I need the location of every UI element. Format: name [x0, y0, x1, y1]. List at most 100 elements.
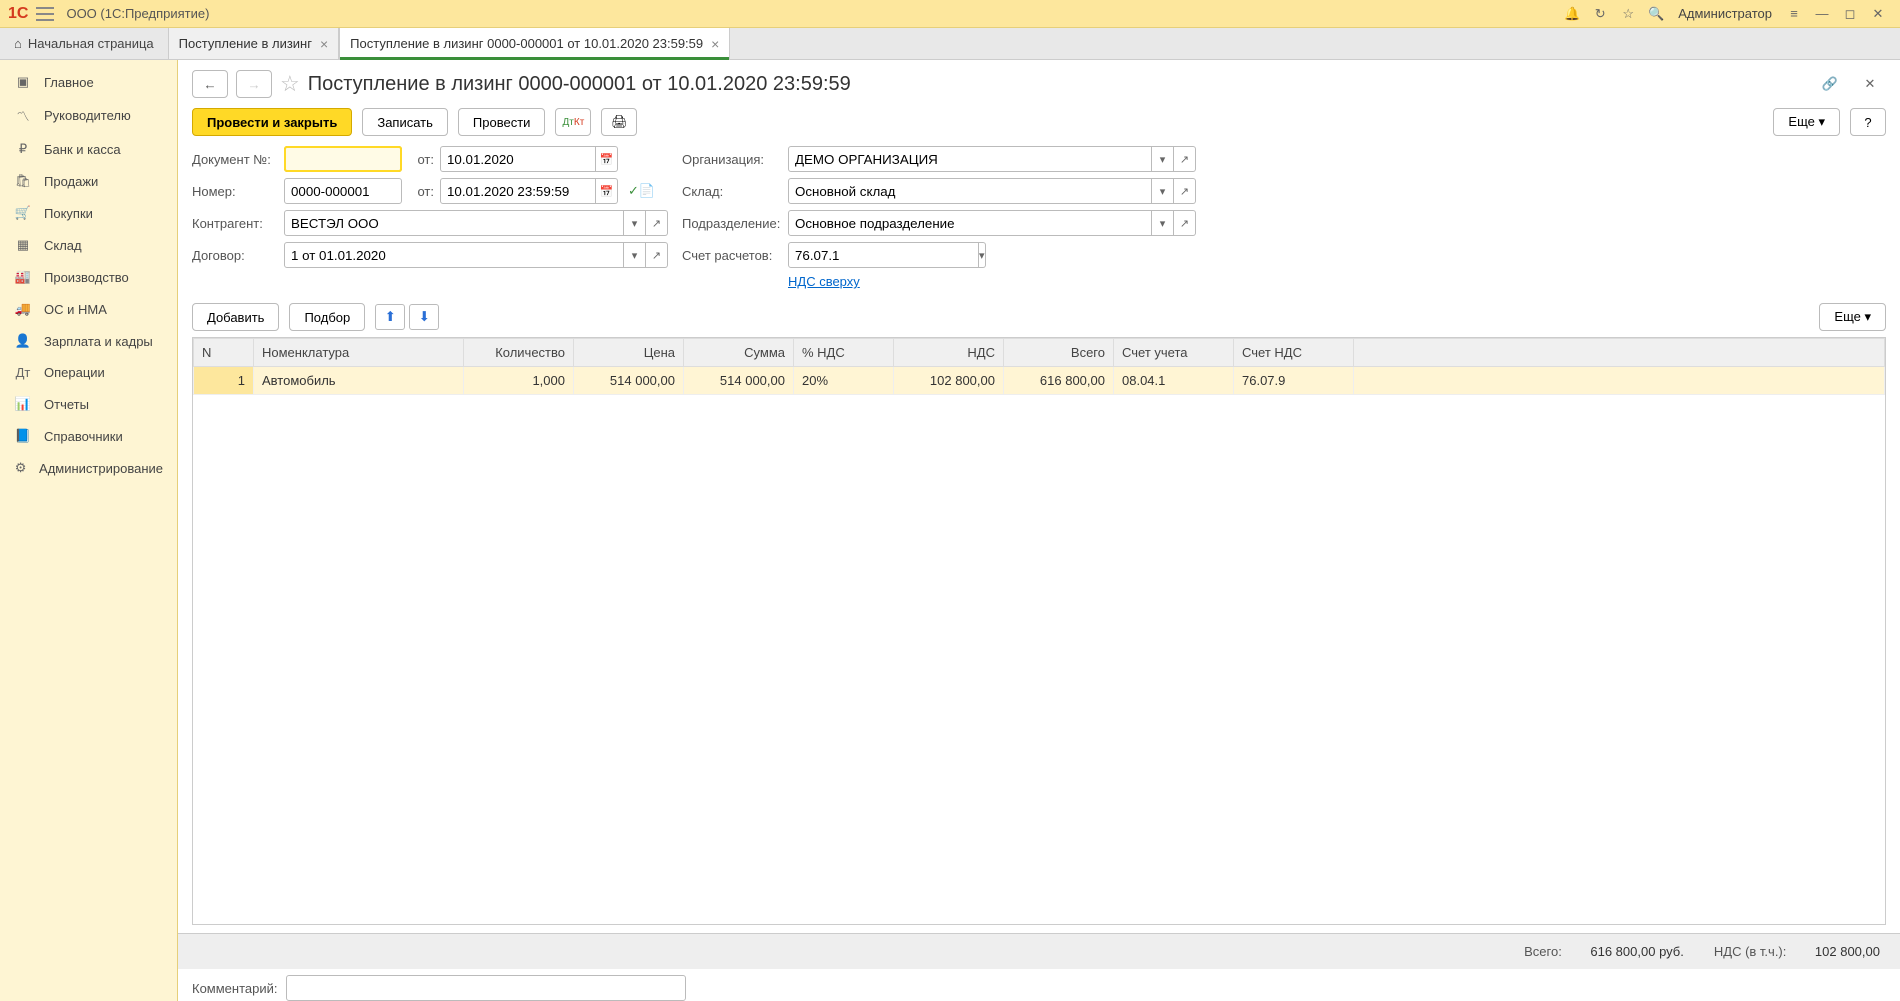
cell-qty[interactable]: 1,000	[464, 367, 574, 395]
sidebar-item-reports[interactable]: 📊Отчеты	[0, 388, 177, 420]
open-icon[interactable]: ↗	[1174, 210, 1196, 236]
table-more-button[interactable]: Еще ▾	[1819, 303, 1886, 331]
sidebar-item-main[interactable]: ▣Главное	[0, 66, 177, 98]
th-acc[interactable]: Счет учета	[1114, 339, 1234, 367]
dropdown-icon[interactable]: ▾	[979, 242, 986, 268]
cell-sum[interactable]: 514 000,00	[684, 367, 794, 395]
tab-home[interactable]: ⌂ Начальная страница	[0, 28, 168, 59]
cell-vatacc[interactable]: 76.07.9	[1234, 367, 1354, 395]
close-icon[interactable]: ×	[711, 36, 719, 52]
minimize-icon[interactable]: —	[1810, 2, 1834, 26]
history-icon[interactable]: ↻	[1588, 2, 1612, 26]
dropdown-icon[interactable]: ▾	[624, 242, 646, 268]
add-button[interactable]: Добавить	[192, 303, 279, 331]
open-icon[interactable]: ↗	[646, 242, 668, 268]
post-button[interactable]: Провести	[458, 108, 546, 136]
maximize-icon[interactable]: ◻	[1838, 2, 1862, 26]
dropdown-icon[interactable]: ▾	[624, 210, 646, 236]
sidebar-item-sales[interactable]: 🛍Продажи	[0, 165, 177, 197]
menu-icon[interactable]	[36, 7, 54, 21]
org-input[interactable]	[788, 146, 1152, 172]
post-close-button[interactable]: Провести и закрыть	[192, 108, 352, 136]
th-nomen[interactable]: Номенклатура	[254, 339, 464, 367]
number-input[interactable]	[284, 178, 402, 204]
cell-extra	[1354, 367, 1885, 395]
tab-doc[interactable]: Поступление в лизинг 0000-000001 от 10.0…	[339, 28, 730, 59]
form-right: Организация: ▾ ↗ Склад: ▾ ↗	[682, 146, 1900, 295]
sidebar-item-catalogs[interactable]: 📘Справочники	[0, 420, 177, 452]
close-app-icon[interactable]: ✕	[1866, 2, 1890, 26]
sidebar-item-operations[interactable]: ДтОперации	[0, 357, 177, 388]
sidebar-item-production[interactable]: 🏭Производство	[0, 261, 177, 293]
warehouse-input[interactable]	[788, 178, 1152, 204]
th-sum[interactable]: Сумма	[684, 339, 794, 367]
tab-list[interactable]: Поступление в лизинг ×	[168, 28, 340, 59]
dk-button[interactable]: ДтКт	[555, 108, 591, 136]
move-down-button[interactable]: ⬇	[409, 304, 439, 330]
contractor-input[interactable]	[284, 210, 624, 236]
print-button[interactable]: 🖨	[601, 108, 637, 136]
doc-toolbar: Провести и закрыть Записать Провести ДтК…	[178, 104, 1900, 146]
th-vatacc[interactable]: Счет НДС	[1234, 339, 1354, 367]
total-label: Всего:	[1524, 944, 1562, 959]
dropdown-icon[interactable]: ▾	[1152, 210, 1174, 236]
star-icon[interactable]: ☆	[1616, 2, 1640, 26]
th-price[interactable]: Цена	[574, 339, 684, 367]
cell-price[interactable]: 514 000,00	[574, 367, 684, 395]
th-total[interactable]: Всего	[1004, 339, 1114, 367]
module-icon: ▣	[14, 74, 32, 90]
more-button[interactable]: Еще ▾	[1773, 108, 1840, 136]
help-button[interactable]: ?	[1850, 108, 1886, 136]
pick-button[interactable]: Подбор	[289, 303, 365, 331]
cell-total[interactable]: 616 800,00	[1004, 367, 1114, 395]
date2-input[interactable]	[440, 178, 596, 204]
sidebar-item-bank[interactable]: ₽Банк и касса	[0, 133, 177, 165]
sidebar-item-warehouse[interactable]: ▦Склад	[0, 229, 177, 261]
open-icon[interactable]: ↗	[1174, 178, 1196, 204]
nav-back-button[interactable]: ←	[192, 70, 228, 98]
nav-forward-button[interactable]: →	[236, 70, 272, 98]
cell-vatpct[interactable]: 20%	[794, 367, 894, 395]
open-icon[interactable]: ↗	[1174, 146, 1196, 172]
table-row[interactable]: 1 Автомобиль 1,000 514 000,00 514 000,00…	[194, 367, 1885, 395]
cell-vat[interactable]: 102 800,00	[894, 367, 1004, 395]
sidebar-item-assets[interactable]: 🚚ОС и НМА	[0, 293, 177, 325]
dropdown-icon[interactable]: ▾	[1152, 178, 1174, 204]
cell-acc[interactable]: 08.04.1	[1114, 367, 1234, 395]
comment-input[interactable]	[286, 975, 686, 1001]
open-icon[interactable]: ↗	[646, 210, 668, 236]
sidebar-item-hr[interactable]: 👤Зарплата и кадры	[0, 325, 177, 357]
th-n[interactable]: N	[194, 339, 254, 367]
docnum-input[interactable]	[284, 146, 402, 172]
cell-nomen[interactable]: Автомобиль	[254, 367, 464, 395]
sidebar-item-admin[interactable]: ⚙Администрирование	[0, 452, 177, 484]
th-vat[interactable]: НДС	[894, 339, 1004, 367]
date1-input[interactable]	[440, 146, 596, 172]
vat-link[interactable]: НДС сверху	[788, 274, 860, 289]
close-doc-icon[interactable]: ✕	[1858, 72, 1882, 96]
favorite-icon[interactable]: ☆	[280, 71, 300, 97]
link-icon[interactable]: 🔗	[1818, 72, 1842, 96]
save-button[interactable]: Записать	[362, 108, 448, 136]
th-vatpct[interactable]: % НДС	[794, 339, 894, 367]
dropdown-icon[interactable]: ▾	[1152, 146, 1174, 172]
division-input[interactable]	[788, 210, 1152, 236]
calendar-icon[interactable]: 📅	[596, 146, 618, 172]
move-up-button[interactable]: ⬆	[375, 304, 405, 330]
sidebar-item-label: Продажи	[44, 174, 98, 189]
contract-input[interactable]	[284, 242, 624, 268]
calendar-icon[interactable]: 📅	[596, 178, 618, 204]
more-label: Еще	[1834, 309, 1860, 324]
settings-icon[interactable]: ≡	[1782, 2, 1806, 26]
account-input[interactable]	[788, 242, 979, 268]
th-qty[interactable]: Количество	[464, 339, 574, 367]
sidebar-item-manager[interactable]: 〽Руководителю	[0, 98, 177, 133]
search-icon[interactable]: 🔍	[1644, 2, 1668, 26]
bell-icon[interactable]: 🔔	[1560, 2, 1584, 26]
user-name[interactable]: Администратор	[1678, 6, 1772, 21]
table-header-row: N Номенклатура Количество Цена Сумма % Н…	[194, 339, 1885, 367]
tab-label: Поступление в лизинг 0000-000001 от 10.0…	[350, 36, 703, 51]
close-icon[interactable]: ×	[320, 36, 328, 52]
sidebar-item-purchases[interactable]: 🛒Покупки	[0, 197, 177, 229]
comment-row: Комментарий:	[178, 969, 1900, 1001]
